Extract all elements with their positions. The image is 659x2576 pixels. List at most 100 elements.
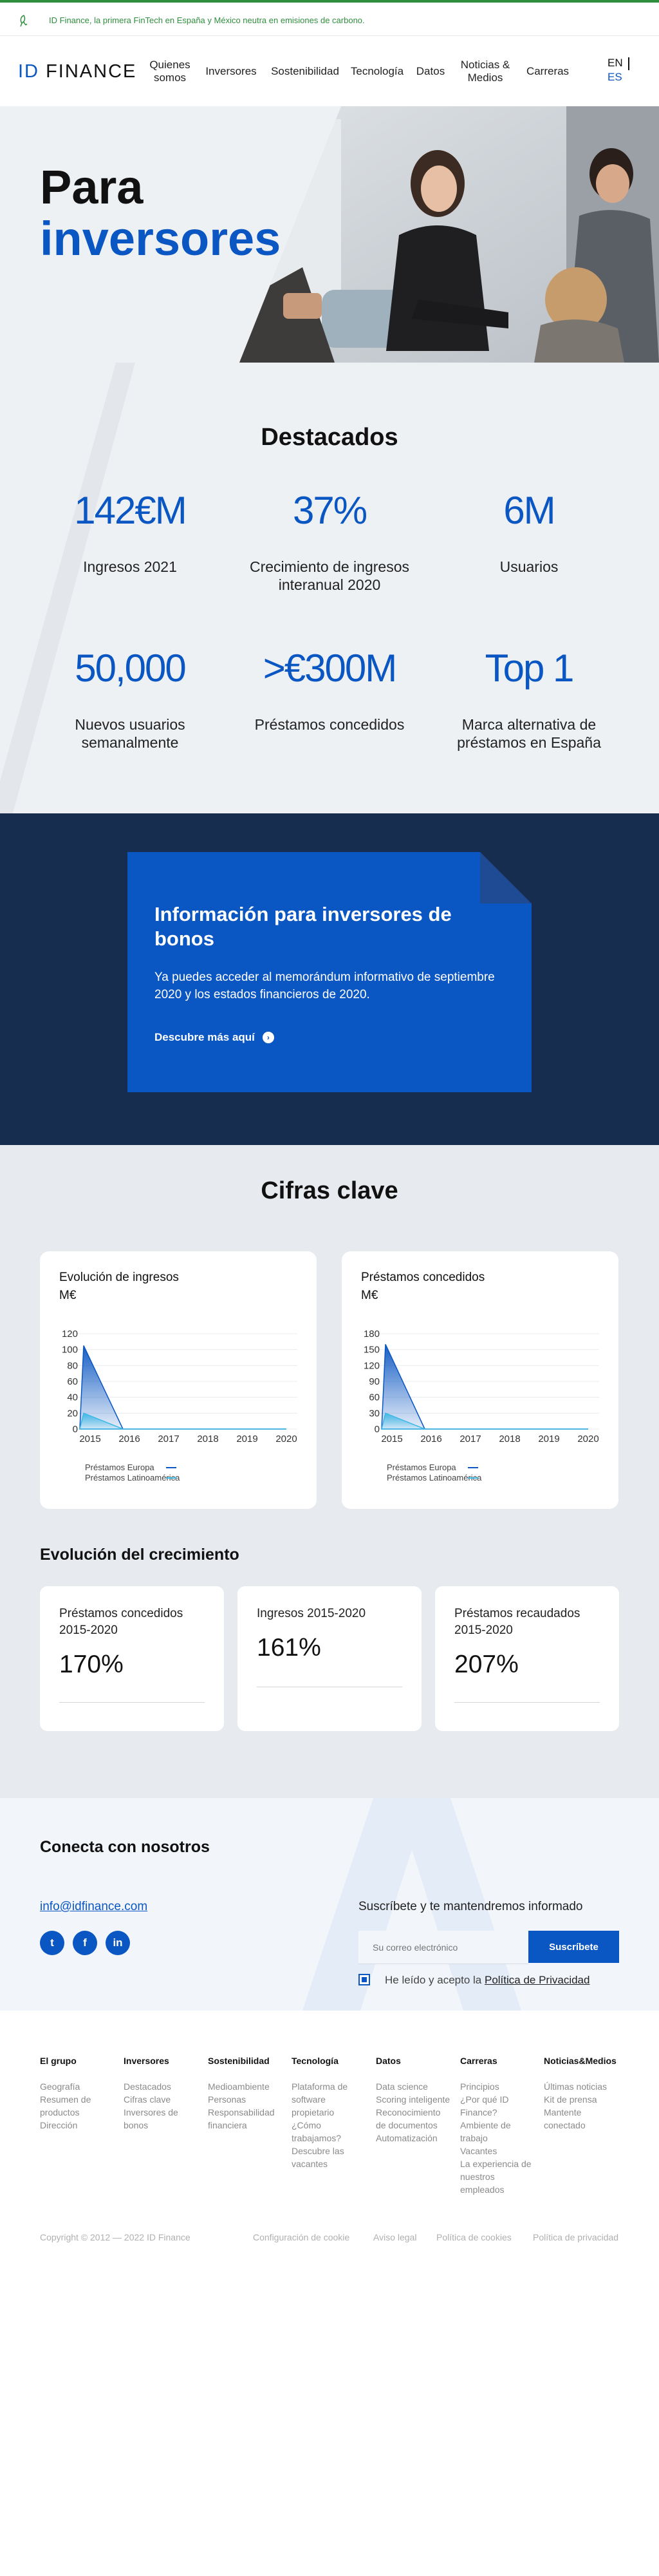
main-nav: Quienes somos Inversores Sostenibilidad … bbox=[143, 37, 577, 106]
footer-link[interactable]: Personas bbox=[208, 2093, 284, 2106]
nav-noticias[interactable]: Noticias & Medios bbox=[452, 59, 519, 84]
email-input[interactable] bbox=[358, 1931, 528, 1964]
lang-es[interactable]: ES bbox=[608, 70, 623, 84]
footer-link[interactable]: ¿Cómo trabajamos? bbox=[292, 2119, 367, 2145]
x-tick-label: 2019 bbox=[538, 1434, 559, 1444]
stat-value: Top 1 bbox=[485, 647, 575, 690]
stat-value: 50,000 bbox=[75, 647, 187, 690]
stat-new-users: 50,000 Nuevos usuarios semanalmente bbox=[33, 646, 227, 752]
series-area-europe bbox=[381, 1344, 588, 1430]
footer-link[interactable]: Destacados bbox=[124, 2080, 200, 2093]
stat-loans: >€300M Préstamos concedidos bbox=[233, 646, 426, 734]
nav-tecnologia[interactable]: Tecnología bbox=[345, 65, 409, 78]
footer-col-title: El grupo bbox=[40, 2056, 77, 2066]
logo-id: ID bbox=[18, 61, 39, 82]
footer-link[interactable]: Geografía bbox=[40, 2080, 116, 2093]
footer-link[interactable]: Ambiente de trabajo bbox=[460, 2119, 536, 2145]
footer-link[interactable]: Descubre las vacantes bbox=[292, 2145, 367, 2170]
footer-link[interactable]: Vacantes bbox=[460, 2145, 536, 2157]
footer-link[interactable]: Últimas noticias bbox=[544, 2080, 620, 2093]
footer-link[interactable]: Dirección bbox=[40, 2119, 116, 2132]
legend-label: Préstamos Latinoamérica bbox=[85, 1473, 180, 1482]
footer-col-group: El grupo Geografía Resumen de productos … bbox=[40, 2056, 116, 2132]
notice-bar: ID Finance, la primera FinTech en España… bbox=[0, 0, 659, 36]
connect-title: Conecta con nosotros bbox=[40, 1838, 210, 1856]
footer-link[interactable]: Plataforma de software propietario bbox=[292, 2080, 367, 2119]
footer-link[interactable]: ¿Por qué ID Finance? bbox=[460, 2093, 536, 2119]
lang-en[interactable]: EN bbox=[608, 56, 623, 70]
subscribe-button[interactable]: Suscríbete bbox=[528, 1931, 619, 1963]
contact-email-link[interactable]: info@idfinance.com bbox=[40, 1900, 147, 1914]
highlights-title: Destacados bbox=[261, 424, 398, 451]
footer-col-title: Datos bbox=[376, 2056, 401, 2066]
stat-label: Nuevos usuarios semanalmente bbox=[75, 716, 185, 751]
arrow-right-icon: › bbox=[262, 1032, 274, 1043]
footer-link[interactable]: Inversores de bonos bbox=[124, 2106, 200, 2132]
stat-top-brand: Top 1 Marca alternativa de préstamos en … bbox=[432, 646, 626, 752]
footer-col-title: Noticias&Medios bbox=[544, 2056, 617, 2066]
footer-col-careers: Carreras Principios ¿Por qué ID Finance?… bbox=[460, 2056, 536, 2196]
x-tick-label: 2018 bbox=[499, 1434, 520, 1444]
footer-link[interactable]: La experiencia de nuestros empleados bbox=[460, 2157, 536, 2196]
footer: El grupo Geografía Resumen de productos … bbox=[0, 2011, 659, 2576]
stat-value: 37% bbox=[292, 489, 367, 532]
cookie-settings-link[interactable]: Configuración de cookie bbox=[253, 2232, 349, 2242]
stat-label: Crecimiento de ingresos interanual 2020 bbox=[249, 558, 409, 593]
footer-link[interactable]: Medioambiente bbox=[208, 2080, 284, 2093]
growth-title: Evolución del crecimiento bbox=[40, 1546, 239, 1564]
divider bbox=[454, 1702, 600, 1703]
nav-carreras[interactable]: Carreras bbox=[519, 65, 577, 78]
twitter-icon[interactable]: t bbox=[40, 1931, 64, 1955]
key-figures-title: Cifras clave bbox=[261, 1177, 398, 1204]
bond-investors-title: Información para inversores de bonos bbox=[154, 903, 452, 950]
nav-quienes-somos[interactable]: Quienes somos bbox=[143, 59, 197, 84]
x-tick-label: 2015 bbox=[381, 1434, 402, 1444]
footer-col-title: Sostenibilidad bbox=[208, 2056, 270, 2066]
footer-link[interactable]: Responsabilidad financiera bbox=[208, 2106, 284, 2132]
x-tick-label: 2016 bbox=[118, 1434, 140, 1444]
footer-link[interactable]: Mantente conectado bbox=[544, 2106, 620, 2132]
privacy-policy-footer-link[interactable]: Política de privacidad bbox=[533, 2232, 618, 2242]
facebook-icon[interactable]: f bbox=[73, 1931, 97, 1955]
stat-label: Marca alternativa de préstamos en España bbox=[457, 716, 601, 751]
stat-growth: 37% Crecimiento de ingresos interanual 2… bbox=[233, 488, 426, 594]
footer-link[interactable]: Automatización bbox=[376, 2132, 452, 2145]
growth-value: 207% bbox=[454, 1651, 519, 1678]
footer-link[interactable]: Kit de prensa bbox=[544, 2093, 620, 2106]
footer-link[interactable]: Resumen de productos bbox=[40, 2093, 116, 2119]
bond-investors-card: Información para inversores de bonos Ya … bbox=[127, 852, 532, 1092]
footer-link[interactable]: Cifras clave bbox=[124, 2093, 200, 2106]
footer-link[interactable]: Scoring inteligente bbox=[376, 2093, 452, 2106]
y-tick-label: 40 bbox=[67, 1392, 78, 1403]
logo[interactable]: ID FINANCE bbox=[18, 61, 136, 82]
key-figures-section: Cifras clave Evolución de ingresos M€ 12… bbox=[0, 1145, 659, 1798]
legal-notice-link[interactable]: Aviso legal bbox=[373, 2232, 416, 2242]
hero-title: Para inversores bbox=[40, 162, 281, 265]
linkedin-icon[interactable]: in bbox=[106, 1931, 130, 1955]
footer-link[interactable]: Data science bbox=[376, 2080, 452, 2093]
notice-text: ID Finance, la primera FinTech en España… bbox=[49, 15, 365, 25]
loans-chart-card: Préstamos concedidos M€ 180 150 120 90 60 30 0… bbox=[342, 1251, 618, 1509]
y-tick-label: 100 bbox=[62, 1345, 78, 1356]
y-tick-label: 0 bbox=[73, 1424, 78, 1435]
x-tick-label: 2015 bbox=[79, 1434, 100, 1444]
x-tick-label: 2016 bbox=[420, 1434, 441, 1444]
hero: Para inversores bbox=[0, 106, 659, 363]
y-tick-label: 180 bbox=[364, 1329, 380, 1340]
footer-col-title: Carreras bbox=[460, 2056, 497, 2066]
nav-sostenibilidad[interactable]: Sostenibilidad bbox=[265, 65, 345, 78]
footer-link[interactable]: Reconocimiento de documentos bbox=[376, 2106, 452, 2132]
footer-link[interactable]: Principios bbox=[460, 2080, 536, 2093]
discover-more-link[interactable]: Descubre más aquí › bbox=[154, 1031, 274, 1044]
y-tick-label: 120 bbox=[62, 1329, 78, 1340]
nav-inversores[interactable]: Inversores bbox=[197, 65, 265, 78]
language-switch: EN ES bbox=[608, 56, 629, 84]
bond-investors-section: Información para inversores de bonos Ya … bbox=[0, 813, 659, 1145]
nav-datos[interactable]: Datos bbox=[409, 65, 452, 78]
lang-divider bbox=[628, 57, 629, 70]
privacy-policy-link[interactable]: Política de Privacidad bbox=[485, 1974, 589, 1986]
cookie-policy-link[interactable]: Política de cookies bbox=[436, 2232, 512, 2242]
footer-col-technology: Tecnología Plataforma de software propie… bbox=[292, 2056, 367, 2170]
privacy-checkbox[interactable] bbox=[358, 1974, 370, 1985]
revenue-chart-card: Evolución de ingresos M€ 120 100 80 60 40 20 0… bbox=[40, 1251, 317, 1509]
